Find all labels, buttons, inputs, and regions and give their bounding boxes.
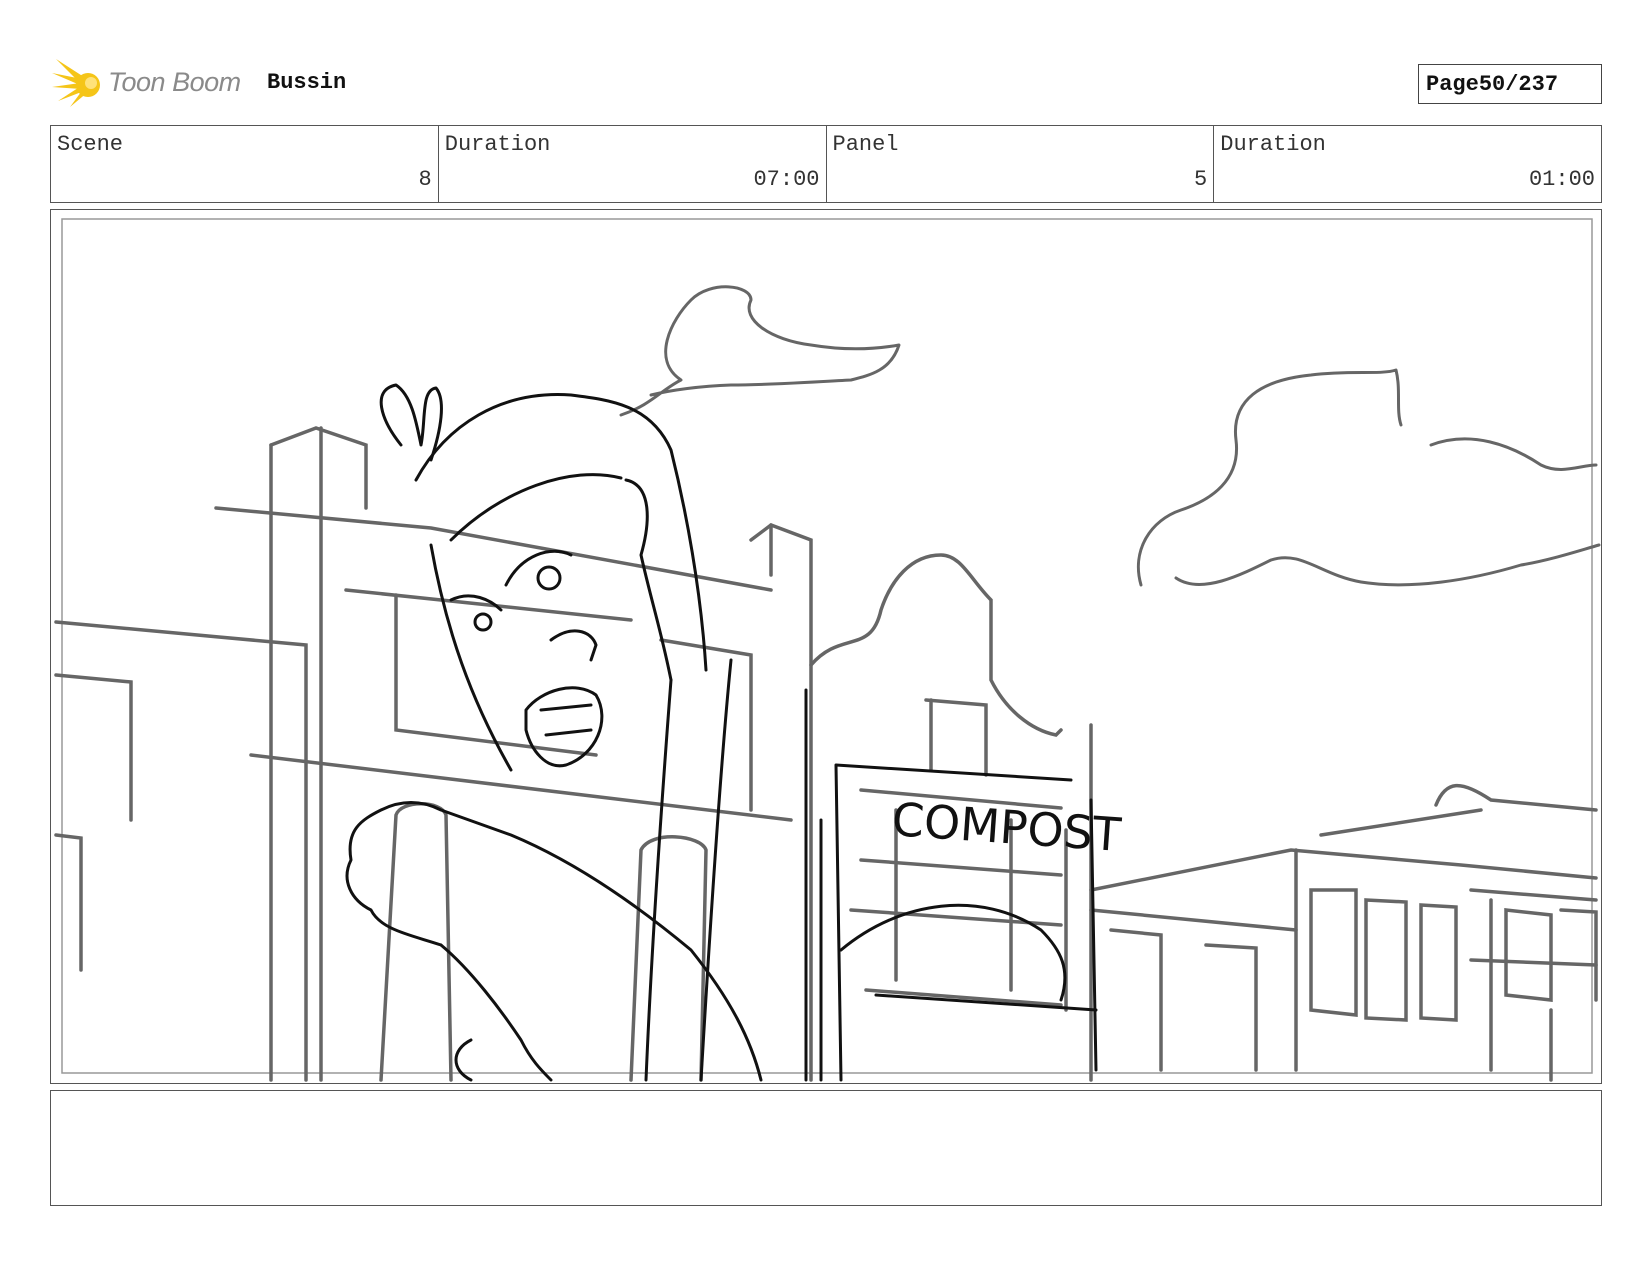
scene-duration-cell: Duration 07:00 — [439, 126, 827, 202]
scene-value: 8 — [418, 167, 432, 192]
scene-duration-label: Duration — [444, 132, 551, 157]
panel-cell: Panel 5 — [827, 126, 1215, 202]
page-indicator: Page 50/237 — [1418, 64, 1602, 104]
action-notes-box[interactable] — [50, 1090, 1602, 1206]
character-brows — [449, 549, 573, 612]
buildings-left — [54, 426, 813, 1082]
character-nose — [549, 629, 598, 662]
cloud-right-top — [1136, 368, 1598, 587]
storyboard-panel: COMPOST — [50, 209, 1602, 1084]
starburst-logo-icon — [52, 59, 100, 107]
compost-sign: COMPOST — [834, 763, 1124, 1082]
panel-sketch: COMPOST — [54, 218, 1601, 1082]
page-number: 50/237 — [1478, 71, 1559, 97]
sky-clouds — [619, 285, 1601, 587]
character-teeth — [539, 703, 593, 737]
cloud-right-bottom — [1174, 543, 1601, 587]
character-eye-right — [536, 565, 562, 591]
project-name: Bussin — [267, 70, 347, 95]
panel-duration-label: Duration — [1220, 132, 1326, 157]
toon-boom-logo: Toon Boom — [52, 55, 252, 115]
panel-info-row: Scene 8 Duration 07:00 Panel 5 Duration … — [50, 125, 1602, 203]
page-label: Page — [1426, 71, 1479, 97]
sign-post — [804, 688, 823, 1082]
scene-duration-value: 07:00 — [753, 167, 820, 192]
panel-value: 5 — [1194, 167, 1208, 192]
character-hand — [439, 943, 553, 1082]
scene-cell: Scene 8 — [51, 126, 439, 202]
character-hair-bow — [379, 383, 443, 462]
character-torso — [644, 658, 733, 1082]
buildings-right — [1089, 783, 1598, 1082]
cloud-left — [619, 285, 901, 417]
panel-duration-cell: Duration 01:00 — [1214, 126, 1601, 202]
character-eye-left — [473, 612, 493, 632]
panel-duration-value: 01:00 — [1528, 167, 1595, 192]
character-hair — [414, 393, 708, 672]
scene-label: Scene — [57, 132, 124, 157]
sign-text: COMPOST — [890, 792, 1123, 862]
logo-text: Toon Boom — [108, 67, 241, 97]
panel-label: Panel — [832, 132, 899, 157]
